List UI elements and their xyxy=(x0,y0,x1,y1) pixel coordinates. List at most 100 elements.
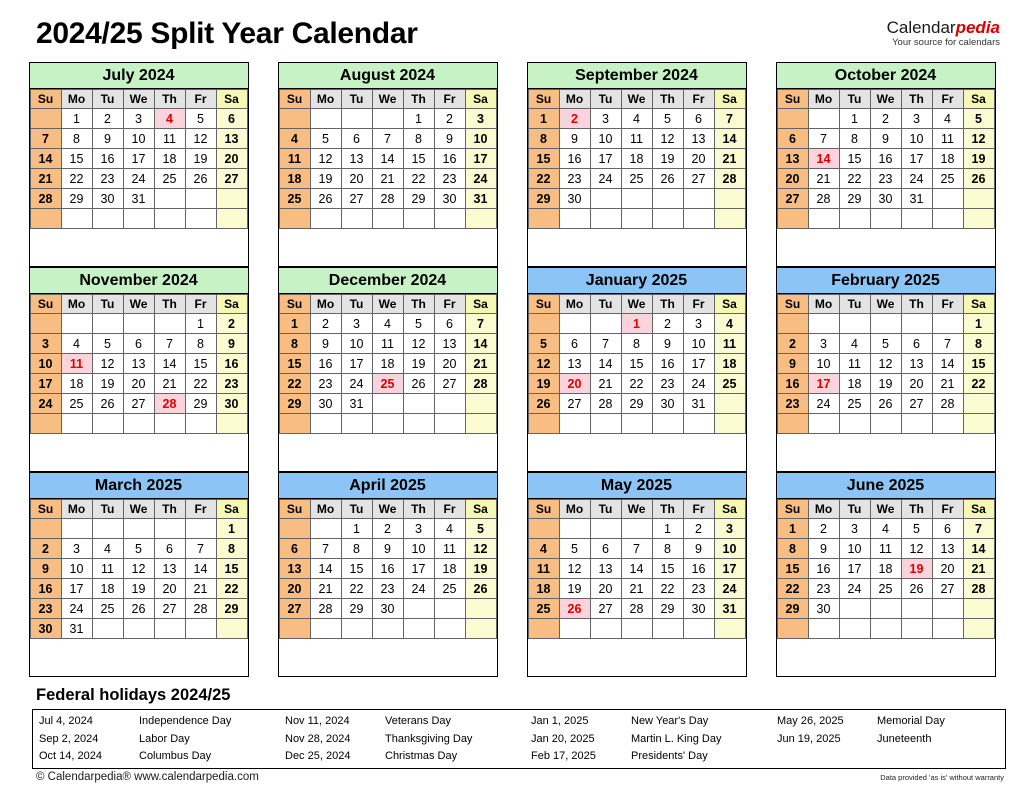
day-cell[interactable]: 10 xyxy=(402,538,435,559)
day-cell[interactable]: 13 xyxy=(433,333,466,354)
day-cell[interactable]: 6 xyxy=(278,538,311,559)
day-cell[interactable]: 16 xyxy=(651,353,684,374)
day-cell[interactable]: 16 xyxy=(776,373,809,394)
day-cell[interactable]: 18 xyxy=(91,578,124,599)
day-cell[interactable]: 15 xyxy=(962,353,995,374)
day-cell[interactable]: 20 xyxy=(931,558,964,579)
day-cell[interactable]: 9 xyxy=(433,128,466,149)
day-cell[interactable]: 14 xyxy=(464,333,497,354)
day-cell[interactable]: 31 xyxy=(340,393,373,414)
day-cell[interactable]: 27 xyxy=(558,393,591,414)
day-cell[interactable]: 5 xyxy=(464,518,497,539)
day-cell[interactable]: 20 xyxy=(682,148,715,169)
day-cell[interactable]: 28 xyxy=(620,598,653,619)
day-cell[interactable]: 19 xyxy=(558,578,591,599)
day-cell[interactable]: 11 xyxy=(153,128,186,149)
day-cell[interactable]: 23 xyxy=(215,373,248,394)
day-cell[interactable]: 30 xyxy=(215,393,248,414)
day-cell[interactable]: 21 xyxy=(184,578,217,599)
day-cell[interactable]: 25 xyxy=(278,188,311,209)
day-cell[interactable]: 3 xyxy=(589,108,622,129)
day-cell[interactable]: 15 xyxy=(215,558,248,579)
day-cell[interactable]: 7 xyxy=(29,128,62,149)
day-cell[interactable]: 18 xyxy=(527,578,560,599)
day-cell[interactable]: 12 xyxy=(309,148,342,169)
day-cell[interactable]: 10 xyxy=(340,333,373,354)
day-cell[interactable]: 30 xyxy=(807,598,840,619)
day-cell[interactable]: 26 xyxy=(962,168,995,189)
day-cell[interactable]: 4 xyxy=(60,333,93,354)
day-cell[interactable]: 26 xyxy=(402,373,435,394)
day-cell[interactable]: 21 xyxy=(309,578,342,599)
day-cell[interactable]: 13 xyxy=(215,128,248,149)
day-cell[interactable]: 20 xyxy=(278,578,311,599)
day-cell[interactable]: 26 xyxy=(527,393,560,414)
day-cell[interactable]: 12 xyxy=(558,558,591,579)
day-cell[interactable]: 12 xyxy=(651,128,684,149)
day-cell[interactable]: 24 xyxy=(122,168,155,189)
day-cell[interactable]: 24 xyxy=(402,578,435,599)
day-cell[interactable]: 5 xyxy=(527,333,560,354)
day-cell[interactable]: 9 xyxy=(776,353,809,374)
day-cell[interactable]: 3 xyxy=(464,108,497,129)
day-cell[interactable]: 10 xyxy=(60,558,93,579)
day-cell[interactable]: 17 xyxy=(122,148,155,169)
day-cell[interactable]: 3 xyxy=(838,518,871,539)
day-cell[interactable]: 18 xyxy=(931,148,964,169)
day-cell[interactable]: 1 xyxy=(60,108,93,129)
day-cell[interactable]: 31 xyxy=(464,188,497,209)
day-cell[interactable]: 29 xyxy=(620,393,653,414)
day-cell[interactable]: 19 xyxy=(900,558,933,579)
day-cell[interactable]: 3 xyxy=(29,333,62,354)
day-cell[interactable]: 25 xyxy=(91,598,124,619)
day-cell[interactable]: 26 xyxy=(558,598,591,619)
day-cell[interactable]: 24 xyxy=(464,168,497,189)
day-cell[interactable]: 17 xyxy=(900,148,933,169)
day-cell[interactable]: 17 xyxy=(589,148,622,169)
day-cell[interactable]: 23 xyxy=(682,578,715,599)
day-cell[interactable]: 9 xyxy=(807,538,840,559)
day-cell[interactable]: 8 xyxy=(184,333,217,354)
day-cell[interactable]: 5 xyxy=(651,108,684,129)
day-cell[interactable]: 3 xyxy=(60,538,93,559)
day-cell[interactable]: 1 xyxy=(776,518,809,539)
day-cell[interactable]: 14 xyxy=(713,128,746,149)
day-cell[interactable]: 5 xyxy=(962,108,995,129)
day-cell[interactable]: 14 xyxy=(309,558,342,579)
day-cell[interactable]: 7 xyxy=(153,333,186,354)
day-cell[interactable]: 2 xyxy=(682,518,715,539)
day-cell[interactable]: 25 xyxy=(153,168,186,189)
day-cell[interactable]: 6 xyxy=(776,128,809,149)
day-cell[interactable]: 5 xyxy=(402,313,435,334)
day-cell[interactable]: 9 xyxy=(309,333,342,354)
day-cell[interactable]: 15 xyxy=(340,558,373,579)
day-cell[interactable]: 11 xyxy=(527,558,560,579)
day-cell[interactable]: 1 xyxy=(527,108,560,129)
day-cell[interactable]: 22 xyxy=(278,373,311,394)
day-cell[interactable]: 27 xyxy=(931,578,964,599)
day-cell[interactable]: 29 xyxy=(60,188,93,209)
day-cell[interactable]: 21 xyxy=(807,168,840,189)
day-cell[interactable]: 13 xyxy=(122,353,155,374)
day-cell[interactable]: 8 xyxy=(402,128,435,149)
day-cell[interactable]: 8 xyxy=(340,538,373,559)
day-cell[interactable]: 2 xyxy=(91,108,124,129)
day-cell[interactable]: 29 xyxy=(402,188,435,209)
day-cell[interactable]: 22 xyxy=(215,578,248,599)
day-cell[interactable]: 10 xyxy=(589,128,622,149)
day-cell[interactable]: 22 xyxy=(340,578,373,599)
day-cell[interactable]: 1 xyxy=(651,518,684,539)
day-cell[interactable]: 27 xyxy=(589,598,622,619)
day-cell[interactable]: 30 xyxy=(558,188,591,209)
day-cell[interactable]: 11 xyxy=(91,558,124,579)
day-cell[interactable]: 28 xyxy=(713,168,746,189)
day-cell[interactable]: 1 xyxy=(962,313,995,334)
day-cell[interactable]: 9 xyxy=(558,128,591,149)
day-cell[interactable]: 17 xyxy=(807,373,840,394)
day-cell[interactable]: 25 xyxy=(713,373,746,394)
day-cell[interactable]: 21 xyxy=(931,373,964,394)
day-cell[interactable]: 28 xyxy=(589,393,622,414)
day-cell[interactable]: 18 xyxy=(838,373,871,394)
day-cell[interactable]: 12 xyxy=(464,538,497,559)
day-cell[interactable]: 12 xyxy=(91,353,124,374)
